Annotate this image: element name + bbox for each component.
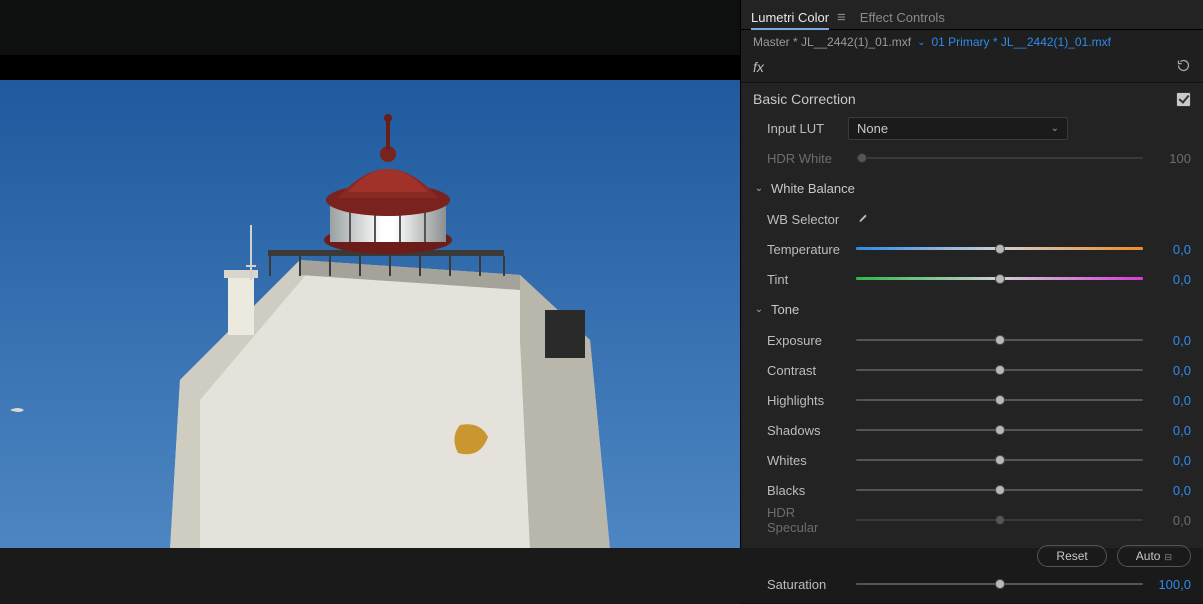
value-highlights[interactable]: 0,0 — [1151, 393, 1191, 408]
group-title-wb: White Balance — [771, 181, 855, 196]
group-title-tone: Tone — [771, 302, 799, 317]
row-shadows: Shadows 0,0 — [753, 419, 1191, 441]
value-saturation[interactable]: 100,0 — [1151, 577, 1191, 592]
slider-highlights[interactable] — [856, 393, 1143, 407]
lumetri-panel: Lumetri Color ≡ Effect Controls Master *… — [740, 0, 1203, 548]
breadcrumb-master[interactable]: Master * JL__2442(1)_01.mxf — [753, 35, 911, 49]
slider-whites[interactable] — [856, 453, 1143, 467]
label-hdr-white: HDR White — [753, 151, 848, 166]
preview-image — [0, 80, 740, 548]
caret-down-icon: ⌄ — [753, 304, 765, 315]
slider-blacks[interactable] — [856, 483, 1143, 497]
slider-exposure[interactable] — [856, 333, 1143, 347]
label-contrast: Contrast — [753, 363, 848, 378]
row-input-lut: Input LUT None ⌄ — [753, 117, 1191, 139]
row-highlights: Highlights 0,0 — [753, 389, 1191, 411]
breadcrumb: Master * JL__2442(1)_01.mxf ⌄ 01 Primary… — [741, 30, 1203, 54]
row-whites: Whites 0,0 — [753, 449, 1191, 471]
row-contrast: Contrast 0,0 — [753, 359, 1191, 381]
value-hdr-white: 100 — [1151, 151, 1191, 166]
tab-lumetri[interactable]: Lumetri Color — [751, 6, 829, 30]
caret-down-icon: ⌄ — [753, 183, 765, 194]
label-hdr-specular: HDR Specular — [753, 505, 848, 535]
breadcrumb-clip[interactable]: 01 Primary * JL__2442(1)_01.mxf — [931, 35, 1110, 49]
dropdown-value: None — [857, 121, 888, 136]
label-whites: Whites — [753, 453, 848, 468]
panel-menu-icon[interactable]: ≡ — [837, 9, 846, 26]
auto-button[interactable]: Auto⊟ — [1117, 545, 1191, 567]
group-white-balance[interactable]: ⌄ White Balance — [753, 177, 1191, 200]
row-hdr-specular: HDR Specular 0,0 — [753, 509, 1191, 531]
row-saturation: Saturation 100,0 — [753, 573, 1191, 595]
fx-label[interactable]: fx — [753, 59, 764, 75]
slider-shadows[interactable] — [856, 423, 1143, 437]
tab-effect-controls[interactable]: Effect Controls — [860, 6, 945, 29]
slider-temperature[interactable] — [856, 242, 1143, 256]
value-whites[interactable]: 0,0 — [1151, 453, 1191, 468]
slider-contrast[interactable] — [856, 363, 1143, 377]
value-contrast[interactable]: 0,0 — [1151, 363, 1191, 378]
group-tone[interactable]: ⌄ Tone — [753, 298, 1191, 321]
value-blacks[interactable]: 0,0 — [1151, 483, 1191, 498]
label-wb-selector: WB Selector — [753, 212, 848, 227]
row-wb-selector: WB Selector — [753, 208, 1191, 230]
label-shadows: Shadows — [753, 423, 848, 438]
value-exposure[interactable]: 0,0 — [1151, 333, 1191, 348]
label-saturation: Saturation — [753, 577, 848, 592]
row-tint: Tint 0,0 — [753, 268, 1191, 290]
viewer-topbar — [0, 0, 740, 55]
row-hdr-white: HDR White 100 — [753, 147, 1191, 169]
label-blacks: Blacks — [753, 483, 848, 498]
row-exposure: Exposure 0,0 — [753, 329, 1191, 351]
reset-button[interactable]: Reset — [1037, 545, 1106, 567]
fx-row: fx — [741, 54, 1203, 83]
row-blacks: Blacks 0,0 — [753, 479, 1191, 501]
slider-saturation[interactable] — [856, 577, 1143, 591]
value-shadows[interactable]: 0,0 — [1151, 423, 1191, 438]
row-temperature: Temperature 0,0 — [753, 238, 1191, 260]
collapse-icon: ⊟ — [1164, 552, 1172, 562]
tone-buttons: Reset Auto⊟ — [741, 539, 1203, 573]
label-temperature: Temperature — [753, 242, 848, 257]
value-temperature[interactable]: 0,0 — [1151, 242, 1191, 257]
preview-viewer — [0, 0, 740, 548]
label-input-lut: Input LUT — [753, 121, 848, 136]
slider-hdr-specular — [856, 513, 1143, 527]
label-tint: Tint — [753, 272, 848, 287]
value-tint[interactable]: 0,0 — [1151, 272, 1191, 287]
slider-hdr-white — [856, 151, 1143, 165]
section-title-basic[interactable]: Basic Correction — [753, 91, 856, 107]
eyedropper-icon[interactable] — [854, 210, 870, 229]
panel-tabs: Lumetri Color ≡ Effect Controls — [741, 0, 1203, 30]
reset-effect-icon[interactable] — [1176, 58, 1191, 76]
label-highlights: Highlights — [753, 393, 848, 408]
chevron-down-icon: ⌄ — [1051, 123, 1059, 134]
dropdown-input-lut[interactable]: None ⌄ — [848, 117, 1068, 140]
basic-correction-toggle[interactable] — [1176, 92, 1191, 107]
section-basic-correction: Basic Correction Input LUT None ⌄ HDR Wh… — [741, 83, 1203, 604]
slider-tint[interactable] — [856, 272, 1143, 286]
label-exposure: Exposure — [753, 333, 848, 348]
value-hdr-specular: 0,0 — [1151, 513, 1191, 528]
chevron-down-icon[interactable]: ⌄ — [917, 37, 925, 48]
